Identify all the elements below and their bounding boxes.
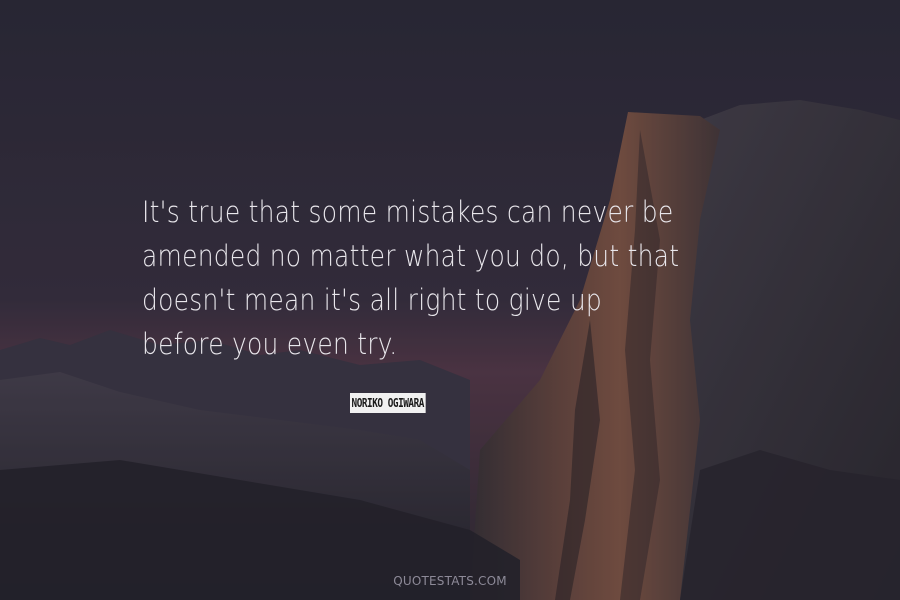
quote-line: doesn't mean it's all right to give up (142, 283, 603, 317)
quote-line: It's true that some mistakes can never b… (142, 195, 674, 229)
site-watermark: QUOTESTATS.COM (393, 574, 507, 588)
quote-line: before you even try. (142, 327, 398, 361)
quote-line: amended no matter what you do, but that (142, 239, 680, 273)
quote-text: It's true that some mistakes can never b… (142, 190, 692, 366)
quote-card: It's true that some mistakes can never b… (0, 0, 900, 600)
author-link[interactable]: NORIKO OGIWARA (350, 393, 426, 413)
